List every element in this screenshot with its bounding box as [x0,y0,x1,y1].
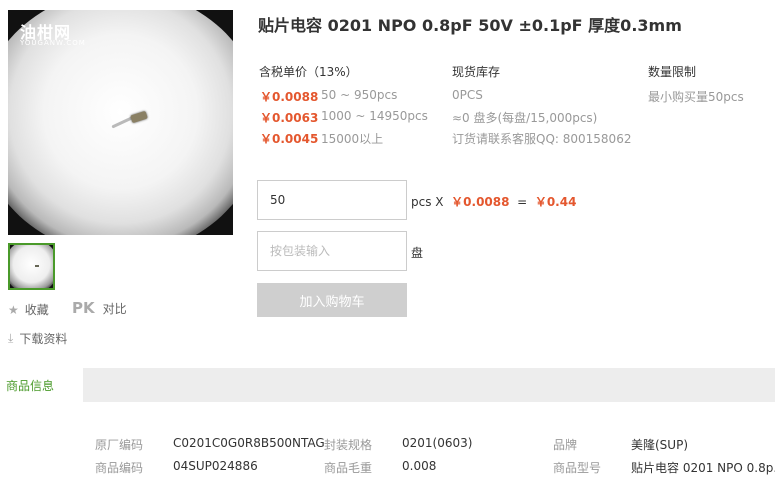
spec-label: 品牌 [553,438,578,452]
limit-text: 最小购买量50pcs [648,90,744,104]
product-thumbnail[interactable] [8,243,55,290]
tab-product-info[interactable]: 商品信息 [0,368,83,402]
star-icon: ★ [8,302,19,317]
product-title: 贴片电容 0201 NPO 0.8pF 50V ±0.1pF 厚度0.3mm [258,16,682,35]
favorite-button[interactable]: ★ 收藏 [8,301,49,318]
spec-value: 04SUP024886 [173,459,258,473]
compare-button[interactable]: PK 对比 [72,299,127,317]
spec-value: 0.008 [402,459,437,473]
detail-tabbar: 商品信息 [0,368,775,402]
total-price: ￥0.44 [534,195,577,209]
spec-label: 商品型号 [553,461,602,475]
price-tier: ￥0.0088 50 ~ 950pcs [260,88,398,104]
unit-price: ￥0.0088 [451,195,510,209]
stock-contact: 订货请联系客服QQ: 800158062 [452,132,632,146]
spec-value: 0201(0603) [402,436,473,450]
reel-quantity-input[interactable] [257,231,407,271]
spec-value: C0201C0G0R8B500NTAG [173,436,325,450]
stock-header: 现货库存 [452,65,501,79]
spec-label: 商品毛重 [324,461,373,475]
download-icon: ⤓ [8,331,14,345]
download-docs-button[interactable]: ⤓ 下载资料 [8,330,67,347]
spec-label: 封装规格 [324,438,373,452]
spec-label: 原厂编码 [95,438,144,452]
site-logo-sub: YOUGANW.COM [20,39,86,47]
quantity-input[interactable] [257,180,407,220]
price-header: 含税单价（13%） [259,65,358,79]
spec-value: 美隆(SUP) [631,438,689,452]
spec-value: 贴片电容 0201 NPO 0.8p... [631,461,775,475]
add-to-cart-button[interactable]: 加入购物车 [257,283,407,317]
price-calculation: pcs X ￥0.0088 = ￥0.44 [411,195,577,209]
stock-reels: ≈0 盘多(每盘/15,000pcs) [452,111,598,125]
limit-header: 数量限制 [648,65,697,79]
pk-icon: PK [72,299,95,317]
product-main-image: 油柑网 YOUGANW.COM [8,10,233,235]
reel-unit-label: 盘 [411,246,424,260]
price-tier: ￥0.0063 1000 ~ 14950pcs [260,109,428,125]
stock-qty: 0PCS [452,88,483,102]
price-tier: ￥0.0045 15000以上 [260,132,384,146]
spec-label: 商品编码 [95,461,144,475]
